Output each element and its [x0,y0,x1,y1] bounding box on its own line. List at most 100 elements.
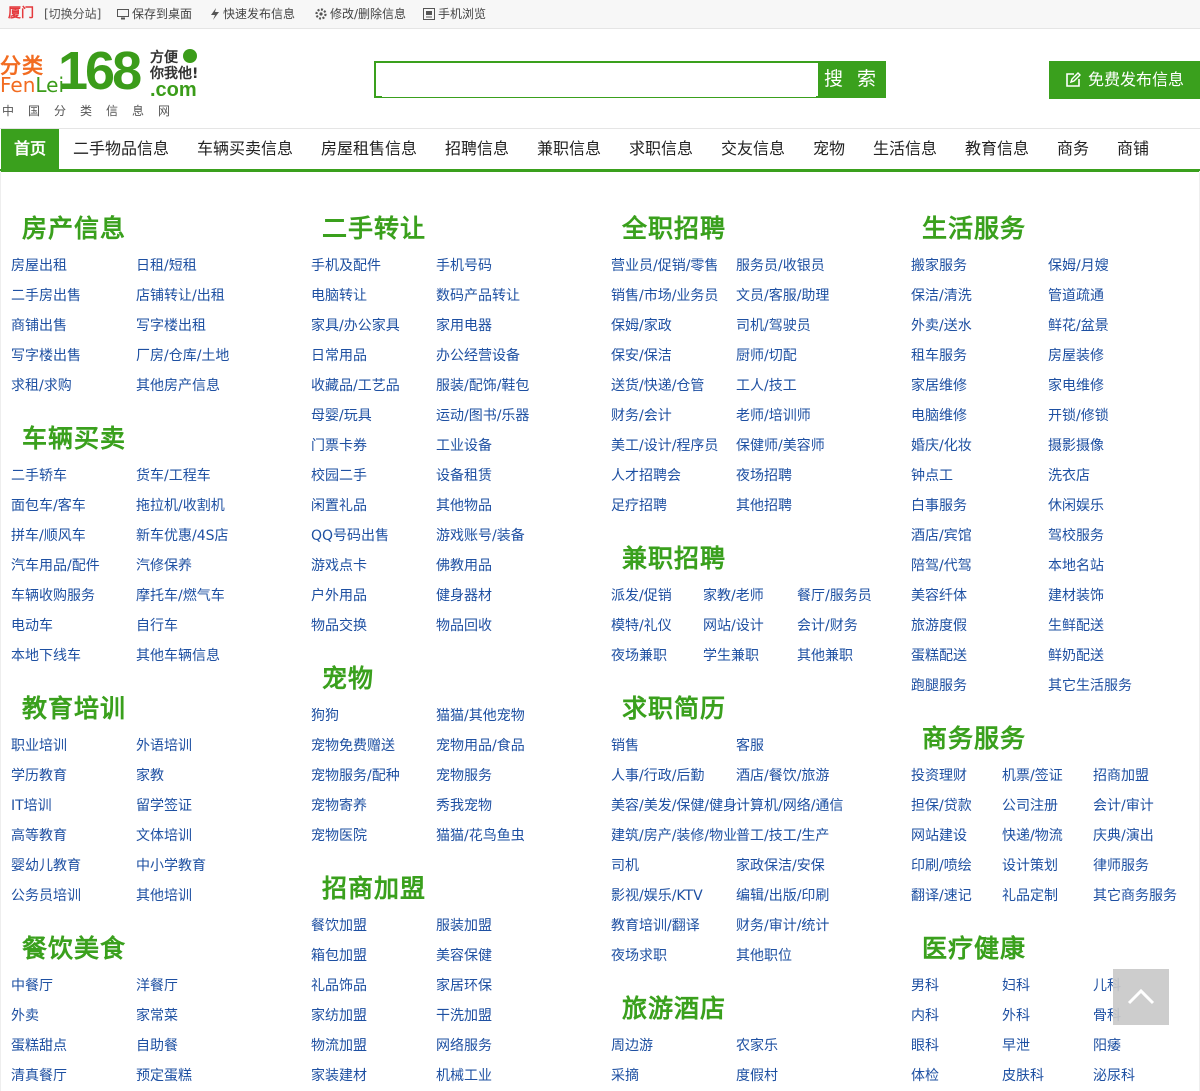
category-link[interactable]: 跑腿服务 [911,675,967,695]
category-link[interactable]: 建筑/房产/装修/物业 [611,825,737,845]
category-link[interactable]: 营业员/促销/零售 [611,255,718,275]
category-link[interactable]: 物品回收 [436,615,492,635]
nav-item[interactable]: 教育信息 [965,129,1029,169]
category-link[interactable]: 房屋装修 [1048,345,1104,365]
category-link[interactable]: 妇科 [1002,975,1030,995]
category-link[interactable]: 周边游 [611,1035,653,1055]
category-link[interactable]: 狗狗 [311,705,339,725]
section-title[interactable]: 医疗健康 [922,929,1026,965]
nav-item[interactable]: 交友信息 [721,129,785,169]
category-link[interactable]: 财务/会计 [611,405,672,425]
category-link[interactable]: 宠物服务/配种 [311,765,400,785]
category-link[interactable]: 高等教育 [11,825,67,845]
section-title[interactable]: 兼职招聘 [622,539,726,575]
category-link[interactable]: 鲜奶配送 [1048,645,1104,665]
category-link[interactable]: 佛教用品 [436,555,492,575]
category-link[interactable]: 庆典/演出 [1093,825,1154,845]
category-link[interactable]: 婴幼儿教育 [11,855,81,875]
category-link[interactable]: 网站建设 [911,825,967,845]
mobile-browse-link[interactable]: 手机浏览 [423,0,486,28]
category-link[interactable]: 猫猫/花鸟鱼虫 [436,825,525,845]
category-link[interactable]: 家政保洁/安保 [736,855,825,875]
category-link[interactable]: 美容/美发/保健/健身 [611,795,737,815]
category-link[interactable]: 婚庆/化妆 [911,435,972,455]
category-link[interactable]: 洗衣店 [1048,465,1090,485]
category-link[interactable]: 拖拉机/收割机 [136,495,225,515]
section-title[interactable]: 餐饮美食 [22,929,126,965]
category-link[interactable]: 二手房出售 [11,285,81,305]
category-link[interactable]: 二手轿车 [11,465,67,485]
category-link[interactable]: 泌尿科 [1093,1065,1135,1085]
category-link[interactable]: 夜场兼职 [611,645,667,665]
category-link[interactable]: 房屋出租 [11,255,67,275]
category-link[interactable]: 学历教育 [11,765,67,785]
category-link[interactable]: 店铺转让/出租 [136,285,225,305]
category-link[interactable]: 本地名站 [1048,555,1104,575]
category-link[interactable]: 厨师/切配 [736,345,797,365]
category-link[interactable]: 搬家服务 [911,255,967,275]
category-link[interactable]: 设备租赁 [436,465,492,485]
category-link[interactable]: 早泄 [1002,1035,1030,1055]
section-title[interactable]: 求职简历 [622,689,726,725]
category-link[interactable]: 摄影摄像 [1048,435,1104,455]
category-link[interactable]: 派发/促销 [611,585,672,605]
category-link[interactable]: 洋餐厅 [136,975,178,995]
category-link[interactable]: 外卖/送水 [911,315,972,335]
category-link[interactable]: 其他车辆信息 [136,645,220,665]
category-link[interactable]: 厂房/仓库/土地 [136,345,229,365]
category-link[interactable]: 夜场招聘 [736,465,792,485]
category-link[interactable]: 求租/求购 [11,375,72,395]
category-link[interactable]: 校园二手 [311,465,367,485]
category-link[interactable]: 影视/娱乐/KTV [611,885,703,905]
category-link[interactable]: 汽车用品/配件 [11,555,100,575]
category-link[interactable]: 保姆/月嫂 [1048,255,1109,275]
category-link[interactable]: 休闲娱乐 [1048,495,1104,515]
category-link[interactable]: 家常菜 [136,1005,178,1025]
category-link[interactable]: 管道疏通 [1048,285,1104,305]
category-link[interactable]: 职业培训 [11,735,67,755]
category-link[interactable]: 家电维修 [1048,375,1104,395]
section-title[interactable]: 生活服务 [922,209,1026,245]
nav-item[interactable]: 二手物品信息 [73,129,169,169]
category-link[interactable]: 摩托车/燃气车 [136,585,225,605]
category-link[interactable]: 中餐厅 [11,975,53,995]
category-link[interactable]: 家装建材 [311,1065,367,1085]
category-link[interactable]: 自助餐 [136,1035,178,1055]
category-link[interactable]: 礼品饰品 [311,975,367,995]
category-link[interactable]: 服务员/收银员 [736,255,825,275]
category-link[interactable]: 保洁/清洗 [911,285,972,305]
category-link[interactable]: 宠物医院 [311,825,367,845]
category-link[interactable]: 服装/配饰/鞋包 [436,375,529,395]
category-link[interactable]: 宠物用品/食品 [436,735,525,755]
category-link[interactable]: 手机号码 [436,255,492,275]
category-link[interactable]: 物品交换 [311,615,367,635]
category-link[interactable]: 生鲜配送 [1048,615,1104,635]
category-link[interactable]: 司机 [611,855,639,875]
category-link[interactable]: 网络服务 [436,1035,492,1055]
category-link[interactable]: 文体培训 [136,825,192,845]
category-link[interactable]: 翻译/速记 [911,885,972,905]
category-link[interactable]: 白事服务 [911,495,967,515]
category-link[interactable]: 计算机/网络/通信 [736,795,843,815]
save-to-desktop-link[interactable]: 保存到桌面 [117,0,192,28]
category-link[interactable]: 中小学教育 [136,855,206,875]
category-link[interactable]: 日常用品 [311,345,367,365]
section-title[interactable]: 旅游酒店 [622,989,726,1025]
category-link[interactable]: 编辑/出版/印刷 [736,885,829,905]
category-link[interactable]: 租车服务 [911,345,967,365]
category-link[interactable]: 夜场求职 [611,945,667,965]
category-link[interactable]: 预定蛋糕 [136,1065,192,1085]
category-link[interactable]: 其它商务服务 [1093,885,1177,905]
nav-item[interactable]: 兼职信息 [537,129,601,169]
category-link[interactable]: 宠物免费赠送 [311,735,395,755]
nav-item[interactable]: 商务 [1057,129,1089,169]
category-link[interactable]: 家居维修 [911,375,967,395]
category-link[interactable]: 游戏点卡 [311,555,367,575]
category-link[interactable]: 驾校服务 [1048,525,1104,545]
category-link[interactable]: 写字楼出租 [136,315,206,335]
category-link[interactable]: 其他房产信息 [136,375,220,395]
category-link[interactable]: 手机及配件 [311,255,381,275]
category-link[interactable]: 箱包加盟 [311,945,367,965]
section-title[interactable]: 二手转让 [322,209,426,245]
category-link[interactable]: 开锁/修锁 [1048,405,1109,425]
